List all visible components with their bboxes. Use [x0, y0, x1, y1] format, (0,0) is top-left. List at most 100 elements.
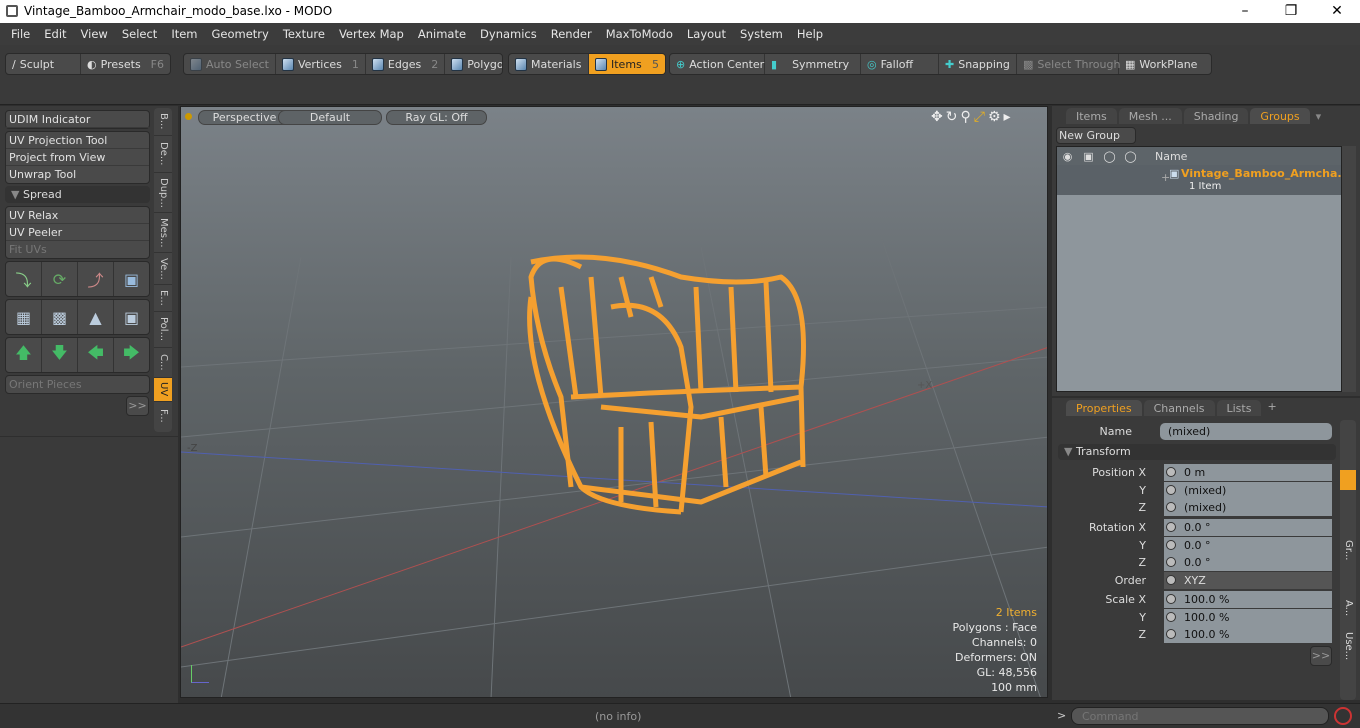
- tabs-dropdown-icon[interactable]: ▾: [1312, 108, 1326, 124]
- menu-texture[interactable]: Texture: [276, 27, 332, 41]
- groups-scrollbar[interactable]: [1342, 146, 1356, 392]
- rotate-uv-icon[interactable]: ⟳: [42, 262, 78, 296]
- workplane-button[interactable]: ▦ WorkPlane: [1119, 54, 1203, 74]
- add-tab-button[interactable]: +: [1263, 400, 1280, 416]
- menu-help[interactable]: Help: [790, 27, 830, 41]
- vtab-mes[interactable]: Mes...: [154, 213, 172, 253]
- zoom-icon[interactable]: ⚲: [960, 109, 973, 125]
- animate-channel-icon[interactable]: [1166, 575, 1176, 585]
- falloff-button[interactable]: ◎ Falloff: [861, 54, 939, 74]
- vtab-uv[interactable]: UV: [154, 378, 172, 402]
- action-center-button[interactable]: ⊕ Action Center: [670, 54, 765, 74]
- property-value-field[interactable]: 100.0 %: [1164, 609, 1332, 626]
- property-value-field[interactable]: 100.0 %: [1164, 591, 1332, 608]
- menu-view[interactable]: View: [74, 27, 115, 41]
- vtab-c[interactable]: C...: [154, 348, 172, 378]
- symmetry-button[interactable]: ▮ Symmetry: [765, 54, 861, 74]
- menu-system[interactable]: System: [733, 27, 790, 41]
- align-left-arrow-icon[interactable]: 🡄: [78, 338, 114, 372]
- lock-icon[interactable]: ◯: [1099, 150, 1120, 163]
- menu-select[interactable]: Select: [115, 27, 164, 41]
- animate-channel-icon[interactable]: [1166, 502, 1176, 512]
- udim-indicator-button[interactable]: UDIM Indicator: [6, 111, 149, 128]
- new-group-button[interactable]: New Group: [1056, 127, 1136, 144]
- minimize-button[interactable]: –: [1222, 0, 1268, 23]
- vtab-ve[interactable]: Ve...: [154, 253, 172, 285]
- render-camera-icon[interactable]: ▣: [1078, 150, 1099, 163]
- property-value-field[interactable]: 0.0 °: [1164, 537, 1332, 554]
- scale-uv-icon[interactable]: ⤴: [78, 262, 114, 296]
- vtab-f[interactable]: F...: [154, 402, 172, 430]
- vtab-dup[interactable]: Dup...: [154, 173, 172, 213]
- menu-edit[interactable]: Edit: [37, 27, 73, 41]
- animate-channel-icon[interactable]: [1166, 594, 1176, 604]
- record-macro-icon[interactable]: [1334, 707, 1352, 725]
- raygl-toggle[interactable]: Ray GL: Off: [386, 110, 487, 125]
- transform-section-header[interactable]: ▼ Transform: [1058, 444, 1336, 460]
- tab-items[interactable]: Items: [1066, 108, 1117, 124]
- tab-shading[interactable]: Shading: [1183, 108, 1249, 124]
- properties-more-button[interactable]: >>: [1310, 646, 1332, 666]
- side-tab-active[interactable]: [1340, 470, 1356, 490]
- property-value-field[interactable]: XYZ: [1164, 572, 1332, 589]
- animate-channel-icon[interactable]: [1166, 629, 1176, 639]
- menu-vertex-map[interactable]: Vertex Map: [332, 27, 411, 41]
- tab-properties[interactable]: Properties: [1066, 400, 1142, 416]
- fit-uvs-button[interactable]: Fit UVs: [6, 241, 149, 258]
- menu-file[interactable]: File: [4, 27, 37, 41]
- polygons-button[interactable]: Polygons: [445, 54, 502, 74]
- animate-channel-icon[interactable]: [1166, 467, 1176, 477]
- uv-grid-icon[interactable]: ▩: [42, 300, 78, 334]
- property-value-field[interactable]: 0 m: [1164, 464, 1332, 481]
- spread-section-header[interactable]: ▼ Spread: [5, 186, 150, 203]
- animate-channel-icon[interactable]: [1166, 557, 1176, 567]
- auto-select-button[interactable]: Auto Select: [184, 54, 276, 74]
- side-tab-gr[interactable]: Gr...: [1340, 540, 1356, 560]
- items-button[interactable]: Items 5: [589, 54, 665, 74]
- property-value-field[interactable]: (mixed): [1164, 499, 1332, 516]
- select-through-button[interactable]: ▩ Select Through: [1017, 54, 1120, 74]
- arrow-right-icon[interactable]: ▸: [1004, 109, 1014, 125]
- menu-geometry[interactable]: Geometry: [205, 27, 276, 41]
- uv-taper-icon[interactable]: ▲: [78, 300, 114, 334]
- sculpt-button[interactable]: ∕ Sculpt: [6, 54, 82, 74]
- side-tab-use[interactable]: Use...: [1340, 632, 1356, 660]
- property-value-field[interactable]: 0.0 °: [1164, 519, 1332, 536]
- animate-channel-icon[interactable]: [1166, 485, 1176, 495]
- menu-maxtomodo[interactable]: MaxToModo: [599, 27, 680, 41]
- tab-channels[interactable]: Channels: [1143, 400, 1215, 416]
- align-top-arrow-icon[interactable]: 🡅: [6, 338, 42, 372]
- selectable-icon[interactable]: ◯: [1120, 150, 1141, 163]
- animate-channel-icon[interactable]: [1166, 612, 1176, 622]
- uv-grid-warp-icon[interactable]: ▦: [6, 300, 42, 334]
- vertices-button[interactable]: Vertices 1: [276, 54, 366, 74]
- viewport-indicator-dot[interactable]: [185, 113, 192, 120]
- close-button[interactable]: ✕: [1314, 0, 1360, 23]
- group-row[interactable]: + ▣ Vintage_Bamboo_Armcha... 1 Item: [1057, 165, 1350, 195]
- rotate-icon[interactable]: ↻: [946, 109, 961, 125]
- visibility-eye-icon[interactable]: ◉: [1057, 150, 1078, 163]
- 3d-viewport[interactable]: Perspective Default Ray GL: Off ✥↻⚲⤢⚙▸ +…: [180, 106, 1048, 698]
- tab-lists[interactable]: Lists: [1216, 400, 1262, 416]
- project-from-view-button[interactable]: Project from View: [6, 149, 149, 166]
- animate-channel-icon[interactable]: [1166, 522, 1176, 532]
- menu-animate[interactable]: Animate: [411, 27, 473, 41]
- property-value-field[interactable]: 0.0 °: [1164, 554, 1332, 571]
- uv-relax-button[interactable]: UV Relax: [6, 207, 149, 224]
- animate-channel-icon[interactable]: [1166, 540, 1176, 550]
- edges-button[interactable]: Edges 2: [366, 54, 446, 74]
- move-uv-icon[interactable]: ⤵: [6, 262, 42, 296]
- pan-icon[interactable]: ✥: [931, 109, 946, 125]
- maximize-viewport-icon[interactable]: ⤢: [974, 109, 988, 125]
- menu-item[interactable]: Item: [164, 27, 204, 41]
- command-input[interactable]: [1071, 707, 1329, 725]
- tab-mesh[interactable]: Mesh ...: [1118, 108, 1182, 124]
- expand-tools-button[interactable]: >>: [126, 396, 149, 416]
- uv-projection-tool-button[interactable]: UV Projection Tool: [6, 132, 149, 149]
- materials-button[interactable]: Materials: [509, 54, 589, 74]
- align-bottom-arrow-icon[interactable]: 🡇: [42, 338, 78, 372]
- tab-groups[interactable]: Groups: [1250, 108, 1310, 124]
- side-tab-a[interactable]: A...: [1340, 600, 1356, 616]
- gear-icon[interactable]: ⚙: [988, 109, 1004, 125]
- property-value-field[interactable]: (mixed): [1164, 482, 1332, 499]
